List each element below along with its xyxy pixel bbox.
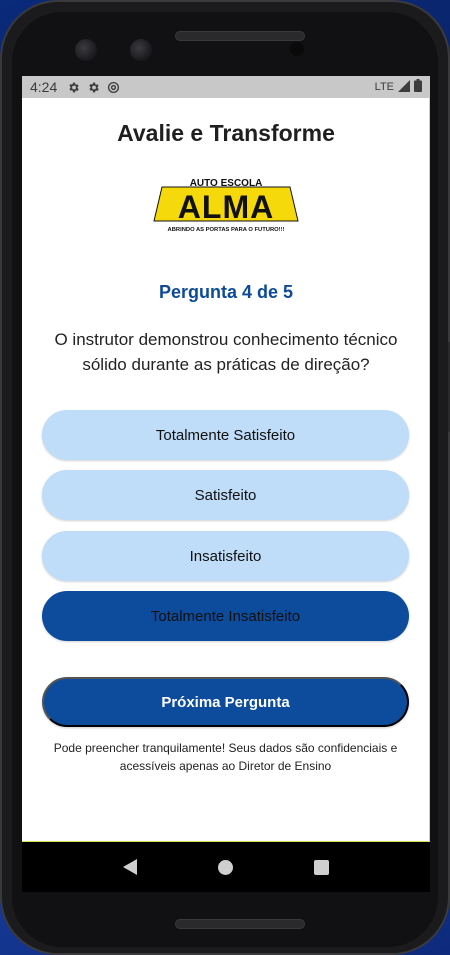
network-type: LTE (374, 81, 394, 93)
app-content: Avalie e Transforme AUTO ESCOLA ALMA ABR… (22, 98, 430, 842)
option-totalmente-satisfeito[interactable]: Totalmente Satisfeito (42, 410, 409, 460)
page-title: Avalie e Transforme (117, 120, 335, 146)
earpiece-speaker (175, 31, 305, 41)
option-totalmente-insatisfeito[interactable]: Totalmente Insatisfeito (42, 591, 409, 641)
question-counter: Pergunta 4 de 5 (158, 282, 294, 302)
question-text: O instrutor demonstrou conhecimento técn… (54, 330, 398, 374)
status-right: LTE (375, 79, 422, 95)
recents-icon[interactable] (314, 859, 330, 875)
front-camera-icon (75, 39, 97, 61)
phone-frame: 4:24 LTE Avalie e Transforme AUTO ESCOLA… (0, 0, 450, 955)
option-satisfeito[interactable]: Satisfeito (42, 470, 409, 520)
signal-icon (398, 79, 410, 95)
svg-text:ABRINDO AS PORTAS PARA O FUTUR: ABRINDO AS PORTAS PARA O FUTURO!!! (168, 227, 285, 233)
front-camera-icon (130, 39, 152, 61)
status-time: 4:24 (30, 79, 58, 95)
device-screen: 4:24 LTE Avalie e Transforme AUTO ESCOLA… (22, 76, 430, 892)
data-saver-icon (107, 81, 120, 94)
svg-text:ALMA: ALMA (178, 189, 274, 225)
system-navigation-bar (22, 842, 430, 892)
svg-text:AUTO ESCOLA: AUTO ESCOLA (190, 178, 263, 189)
settings-gear-icon (87, 81, 100, 94)
next-question-button[interactable]: Próxima Pergunta (42, 677, 409, 727)
auto-escola-alma-logo: AUTO ESCOLA ALMA ABRINDO AS PORTAS PARA … (152, 175, 300, 237)
settings-gear-icon (67, 81, 80, 94)
privacy-note: Pode preencher tranquilamente! Seus dado… (53, 741, 398, 773)
proximity-sensor (290, 42, 304, 56)
home-icon[interactable] (217, 859, 233, 875)
back-icon[interactable] (122, 859, 137, 875)
bottom-speaker (175, 919, 305, 929)
option-insatisfeito[interactable]: Insatisfeito (42, 531, 409, 581)
battery-icon (414, 79, 422, 95)
status-bar: 4:24 LTE (22, 76, 430, 98)
